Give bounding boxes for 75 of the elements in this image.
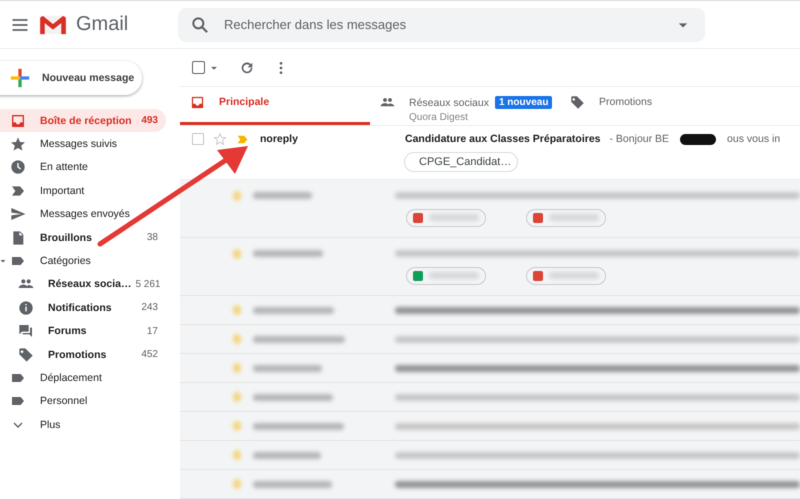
- blurred-marker-icon: [232, 363, 242, 373]
- redaction-mark: [680, 134, 716, 144]
- unread-count: 38: [146, 232, 158, 244]
- attachment-chip[interactable]: [406, 208, 486, 226]
- tab-label: Promotions: [599, 96, 652, 108]
- blurred-marker-icon: [232, 190, 242, 200]
- refresh-icon[interactable]: [239, 60, 255, 76]
- blurred-sender: [253, 250, 324, 257]
- blurred-text: [549, 214, 599, 221]
- message-snippet: ous vous in: [727, 133, 780, 145]
- attachment-chip[interactable]: CPGE_Candidat…: [404, 152, 518, 172]
- message-subject: Candidature aux Classes Préparatoires: [405, 133, 601, 145]
- info-icon: [18, 300, 34, 316]
- compose-button[interactable]: Nouveau message: [0, 61, 142, 95]
- attachment-chip[interactable]: [526, 266, 606, 284]
- unread-count: 243: [141, 302, 158, 314]
- category-tab[interactable]: Réseaux sociaux 1 nouveau Quora Digest: [370, 87, 560, 125]
- search-field[interactable]: Rechercher dans les messages: [222, 16, 661, 33]
- message-snippet: - Bonjour BE: [610, 133, 670, 145]
- attachment-chip[interactable]: [406, 266, 486, 284]
- sidebar-item[interactable]: Notifications 243: [0, 296, 166, 320]
- sidebar-item[interactable]: Boîte de réception 493: [0, 109, 166, 132]
- sidebar-item[interactable]: Forums 17: [0, 320, 166, 343]
- blurred-sender: [253, 192, 312, 199]
- sender-name: noreply: [260, 133, 299, 145]
- sidebar-item[interactable]: Personnel: [0, 390, 166, 414]
- sidebar-item[interactable]: En attente: [0, 156, 166, 180]
- unread-count: 5 261: [135, 278, 160, 290]
- unread-count: 17: [146, 326, 158, 337]
- sidebar-item[interactable]: Important: [0, 179, 166, 203]
- blurred-marker-icon: [232, 450, 242, 460]
- unread-count: 493: [141, 115, 158, 126]
- sidebar-item[interactable]: Plus: [0, 413, 166, 436]
- gmail-logo-icon: [38, 14, 68, 36]
- sidebar-item[interactable]: Messages envoyés: [0, 202, 166, 226]
- sidebar-item[interactable]: Messages suivis: [0, 132, 166, 156]
- tab-label: Réseaux sociaux: [409, 96, 489, 108]
- tab-label: Principale: [219, 96, 270, 108]
- attachment-chip[interactable]: [526, 208, 606, 226]
- tag-icon: [18, 346, 34, 363]
- sidebar-item[interactable]: Catégories: [0, 249, 166, 273]
- tag-icon: [570, 95, 585, 110]
- blurred-text: [549, 272, 599, 279]
- tab-subtitle: Quora Digest: [409, 112, 469, 123]
- sidebar-item[interactable]: Déplacement: [0, 366, 166, 390]
- category-tab[interactable]: Promotions: [560, 87, 750, 125]
- category-tab[interactable]: Principale: [180, 87, 370, 125]
- sidebar-item[interactable]: Brouillons 38: [0, 226, 166, 250]
- sidebar-item[interactable]: Réseaux socia… 5 261: [0, 272, 166, 296]
- clock-icon: [10, 159, 26, 176]
- blurred-text: [429, 272, 479, 279]
- blurred-sender: [253, 364, 322, 372]
- search-bar[interactable]: Rechercher dans les messages: [178, 8, 705, 42]
- plus-icon: [10, 68, 30, 88]
- unread-count: 452: [141, 349, 158, 360]
- app-name: Gmail: [76, 13, 128, 36]
- blurred-marker-icon: [232, 421, 242, 431]
- star-icon[interactable]: [213, 132, 227, 146]
- blurred-marker-icon: [232, 248, 242, 258]
- row-checkbox[interactable]: [192, 133, 204, 145]
- inbox-icon: [10, 112, 26, 129]
- select-all-checkbox[interactable]: [192, 61, 205, 74]
- star-icon: [10, 136, 26, 152]
- send-icon: [10, 206, 26, 222]
- blurred-marker-icon: [232, 334, 242, 344]
- blurred-marker-icon: [232, 305, 242, 315]
- blurred-sender: [253, 452, 322, 458]
- new-badge: 1 nouveau: [494, 96, 552, 109]
- blurred-marker-icon: [232, 479, 242, 489]
- inbox-icon: [190, 95, 205, 110]
- chat-icon: [18, 323, 34, 340]
- blurred-text: [429, 214, 479, 221]
- search-icon[interactable]: [190, 14, 210, 34]
- blurred-marker-icon: [232, 392, 242, 402]
- sidebar-item[interactable]: Promotions 452: [0, 342, 166, 366]
